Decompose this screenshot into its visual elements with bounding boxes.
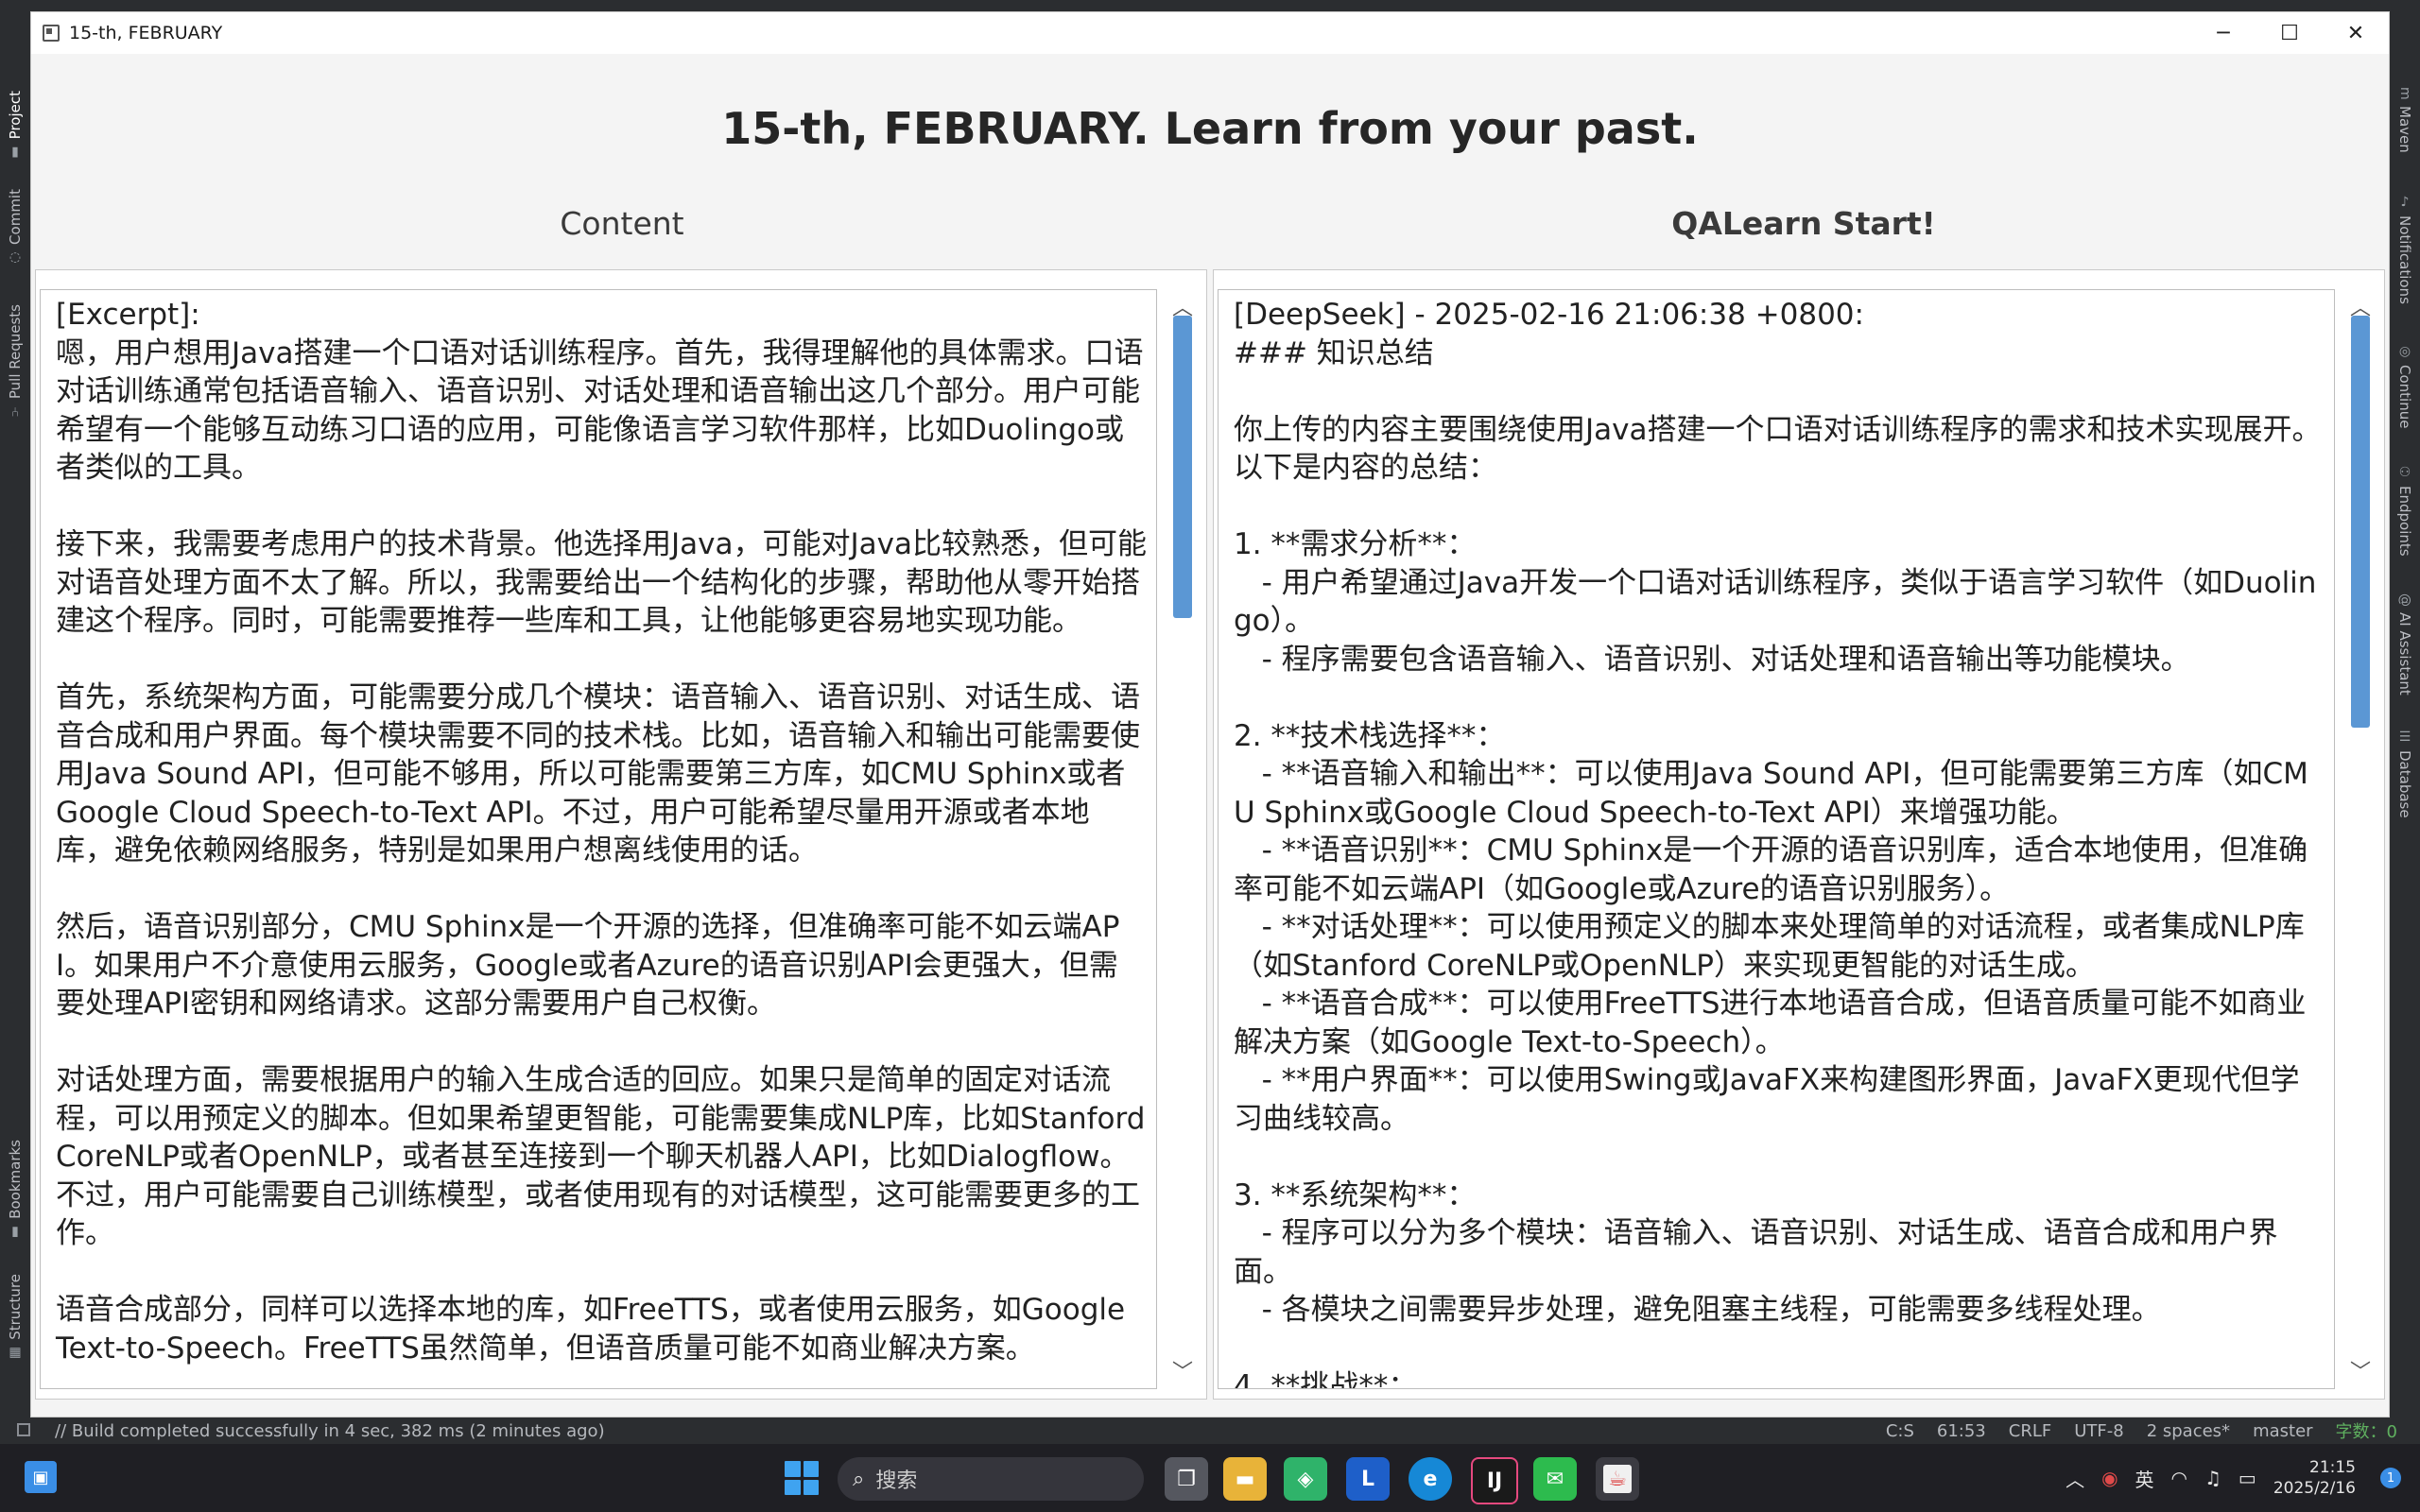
- content-text-area[interactable]: [Excerpt]: 嗯，用户想用Java搭建一个口语对话训练程序。首先，我得理…: [40, 289, 1157, 1389]
- bookmark-icon: ▮: [8, 1224, 23, 1240]
- qalearn-text-area[interactable]: [DeepSeek] - 2025-02-16 21:06:38 +0800: …: [1218, 289, 2335, 1389]
- wechat-icon[interactable]: ✉: [1533, 1457, 1577, 1501]
- status-file-encoding[interactable]: UTF-8: [2074, 1421, 2123, 1441]
- clock-time: 21:15: [2309, 1458, 2356, 1477]
- page-heading: 15-th, FEBRUARY. Learn from your past.: [721, 103, 1699, 154]
- title-bar[interactable]: 15-th, FEBRUARY ─ ☐ ✕: [31, 12, 2389, 54]
- scroll-down-icon[interactable]: ﹀: [2342, 1355, 2378, 1385]
- java-app-icon[interactable]: ☕: [1596, 1457, 1639, 1501]
- tool-tab-maven[interactable]: m Maven: [2394, 87, 2416, 152]
- ide-left-toolwindow-bar: ▮ Project ◌ Commit ⑂ Pull Requests ▮ Bookmar…: [0, 0, 30, 1431]
- tool-tab-commit[interactable]: ◌ Commit: [4, 189, 26, 266]
- qalearn-text: [DeepSeek] - 2025-02-16 21:06:38 +0800: …: [1234, 298, 2322, 1389]
- widgets-icon[interactable]: ▣: [25, 1461, 57, 1493]
- volume-muted-icon[interactable]: ♫: [2204, 1467, 2221, 1489]
- commit-icon: ◌: [8, 249, 23, 266]
- status-encoding-mode[interactable]: C:S: [1886, 1421, 1914, 1441]
- window-title: 15-th, FEBRUARY: [69, 23, 223, 43]
- notification-badge[interactable]: 1: [2380, 1468, 2401, 1488]
- content-scrollbar[interactable]: ︿ ﹀: [1165, 289, 1201, 1389]
- wifi-icon[interactable]: ◠: [2171, 1467, 2187, 1489]
- continue-icon: ◎: [2397, 344, 2412, 359]
- scroll-down-icon[interactable]: ﹀: [1165, 1355, 1201, 1385]
- status-indent[interactable]: 2 spaces*: [2147, 1421, 2230, 1441]
- tool-tab-notifications[interactable]: ♪ Notifications: [2394, 195, 2416, 304]
- status-cursor-position[interactable]: 61:53: [1937, 1421, 1986, 1441]
- task-view-icon[interactable]: ❐: [1165, 1457, 1208, 1501]
- clock[interactable]: 21:15 2025/2/16: [2273, 1457, 2356, 1499]
- edge-browser-icon[interactable]: e: [1409, 1457, 1452, 1501]
- scroll-thumb[interactable]: [2351, 316, 2370, 728]
- tool-tab-bookmarks[interactable]: ▮ Bookmarks: [4, 1140, 26, 1240]
- qalearn-column-title: QALearn Start!: [1671, 205, 1936, 242]
- bell-icon: ♪: [2397, 195, 2412, 210]
- search-placeholder: 搜索: [875, 1469, 918, 1493]
- status-toggle-icon[interactable]: [17, 1423, 30, 1436]
- build-status-message[interactable]: // Build completed successfully in 4 sec…: [55, 1421, 605, 1441]
- qalearn-scrollbar[interactable]: ︿ ﹀: [2342, 289, 2378, 1389]
- content-text: [Excerpt]: 嗯，用户想用Java搭建一个口语对话训练程序。首先，我得理…: [56, 298, 1147, 1366]
- tool-tab-structure[interactable]: ▦ Structure: [4, 1274, 26, 1361]
- structure-icon: ▦: [8, 1345, 23, 1361]
- content-panel: [Excerpt]: 嗯，用户想用Java搭建一个口语对话训练程序。首先，我得理…: [35, 269, 1207, 1400]
- minimize-button[interactable]: ─: [2190, 12, 2256, 54]
- app-icon: [43, 25, 60, 42]
- window-controls: ─ ☐ ✕: [2190, 12, 2389, 54]
- folder-icon: ▮: [8, 145, 23, 161]
- status-line-separator[interactable]: CRLF: [2009, 1421, 2051, 1441]
- clock-date: 2025/2/16: [2273, 1479, 2356, 1498]
- taskbar: ▣ ⌕ 搜索 ❐ ▬ ◈ L e IJ ✉ ☕ ︿ ◉ 英 ◠ ♫ ▭ 21:1…: [0, 1444, 2420, 1512]
- ime-indicator[interactable]: 英: [2135, 1465, 2154, 1492]
- ide-status-bar: // Build completed successfully in 4 sec…: [0, 1418, 2420, 1444]
- tray-overflow-icon[interactable]: ︿: [2066, 1465, 2084, 1492]
- system-tray: ︿ ◉ 英 ◠ ♫ ▭ 21:15 2025/2/16 1: [2066, 1444, 2401, 1512]
- battery-icon[interactable]: ▭: [2238, 1467, 2256, 1489]
- file-explorer-icon[interactable]: ▬: [1223, 1457, 1267, 1501]
- tool-tab-continue[interactable]: ◎ Continue: [2394, 344, 2416, 428]
- start-button[interactable]: [785, 1461, 819, 1495]
- status-word-count: 字数：0: [2335, 1422, 2397, 1442]
- endpoints-icon: ⚇: [2397, 465, 2412, 480]
- status-git-branch[interactable]: master: [2253, 1421, 2312, 1441]
- taskbar-search[interactable]: ⌕ 搜索: [838, 1457, 1144, 1501]
- blue-app-icon[interactable]: L: [1346, 1457, 1390, 1501]
- content-column-title: Content: [560, 205, 684, 242]
- ai-assistant-icon: @: [2397, 593, 2412, 607]
- tool-tab-project[interactable]: ▮ Project: [4, 91, 26, 160]
- search-icon: ⌕: [853, 1467, 865, 1491]
- tool-tab-ai-assistant[interactable]: @ AI Assistant: [2394, 593, 2416, 696]
- tool-tab-pull-requests[interactable]: ⑂ Pull Requests: [4, 304, 26, 418]
- app-window: 15-th, FEBRUARY ─ ☐ ✕ 15-th, FEBRUARY. L…: [30, 11, 2390, 1418]
- tray-app-icon[interactable]: ◉: [2101, 1467, 2118, 1489]
- intellij-idea-icon[interactable]: IJ: [1471, 1457, 1518, 1504]
- tool-tab-database[interactable]: ☰ Database: [2394, 730, 2416, 818]
- database-icon: ☰: [2397, 730, 2412, 745]
- store-app-icon[interactable]: ◈: [1284, 1457, 1327, 1501]
- tool-tab-endpoints[interactable]: ⚇ Endpoints: [2394, 465, 2416, 557]
- maven-icon: m: [2397, 87, 2412, 100]
- scroll-thumb[interactable]: [1173, 316, 1192, 618]
- maximize-button[interactable]: ☐: [2256, 12, 2323, 54]
- pull-request-icon: ⑂: [8, 404, 23, 419]
- close-button[interactable]: ✕: [2323, 12, 2389, 54]
- status-items: C:S 61:53 CRLF UTF-8 2 spaces* master 字数…: [1886, 1418, 2397, 1443]
- qalearn-panel: [DeepSeek] - 2025-02-16 21:06:38 +0800: …: [1213, 269, 2385, 1400]
